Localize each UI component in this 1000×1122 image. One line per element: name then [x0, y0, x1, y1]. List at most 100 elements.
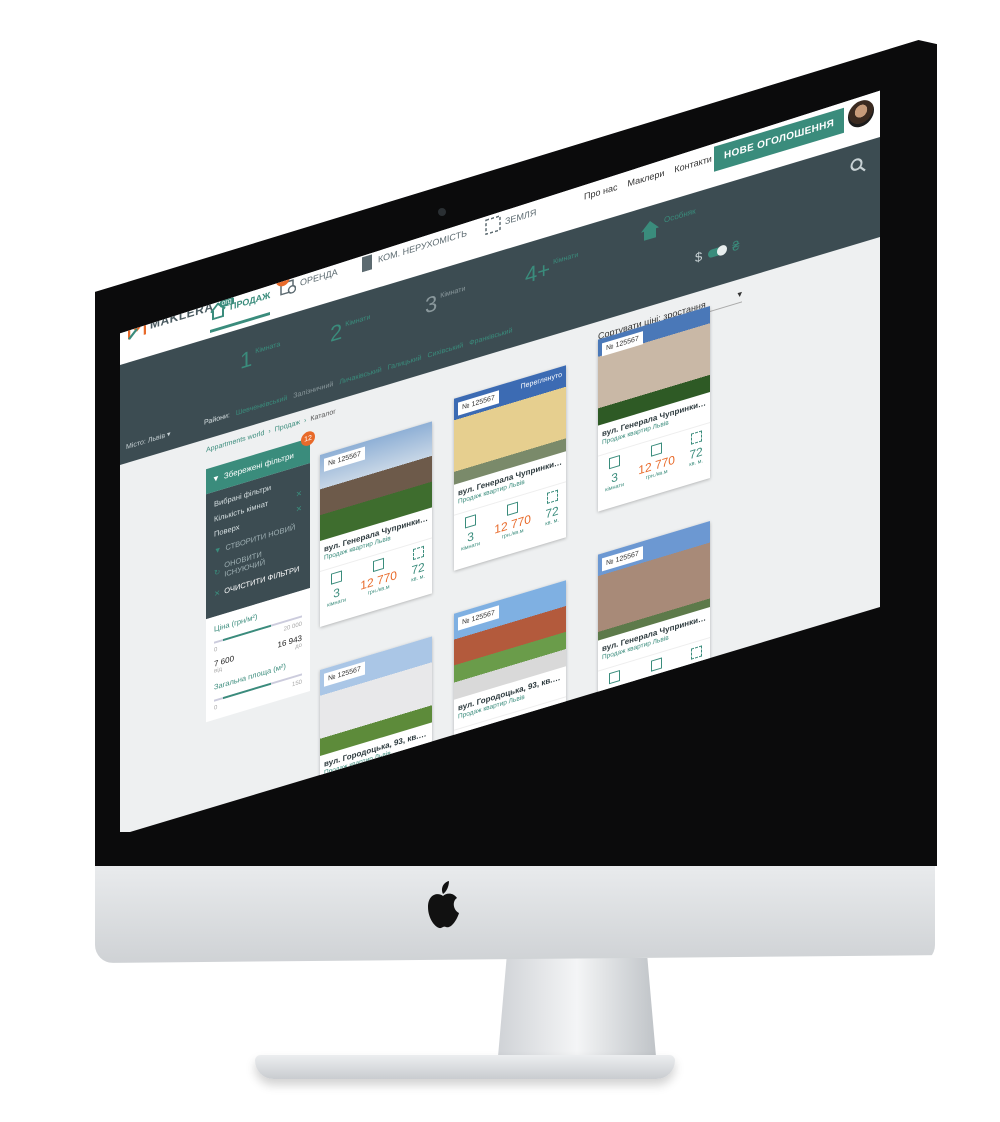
- rooms-3-num: 3: [425, 289, 438, 319]
- person-icon[interactable]: ●: [650, 713, 656, 726]
- land-plot-icon: [485, 215, 501, 236]
- rooms-stat: 3 кімнати: [605, 669, 625, 709]
- phone-icon[interactable]: ✆: [686, 701, 694, 715]
- city-value: Львів: [147, 432, 166, 445]
- district-item[interactable]: Личаківський: [339, 366, 381, 386]
- house-label: Особняк: [664, 206, 696, 225]
- districts-label: Райони:: [204, 412, 230, 427]
- area-icon: [544, 705, 556, 720]
- rooms-stat: 3 кімнати: [461, 513, 480, 553]
- filters-sidebar: ▼ Збережені фільтри 12 Вибрані фільтри К…: [206, 429, 315, 723]
- to-label: до: [295, 642, 302, 651]
- listing-id: № 125567: [324, 446, 365, 472]
- price-unit: грн./кв.м: [645, 683, 668, 697]
- apple-logo-icon: [428, 881, 459, 929]
- rooms-4plus[interactable]: 4+ Кімнати: [525, 250, 578, 289]
- listing-id: № 125567: [602, 546, 643, 572]
- wallet-icon: [651, 442, 663, 457]
- district-item[interactable]: Франківський: [469, 327, 512, 347]
- remove-filter-icon[interactable]: ✕: [296, 488, 302, 499]
- rooms-stat: 2 кімнати: [460, 728, 479, 768]
- price-stat: 12 770 грн./кв.м: [494, 498, 531, 543]
- rooms-3-label: Кімнати: [440, 285, 466, 300]
- rooms-1-num: 1: [240, 345, 253, 374]
- price-value: 10 000: [638, 667, 675, 693]
- price-stat: 12 770 грн./кв.м: [360, 554, 397, 599]
- area-value: 85: [411, 774, 425, 793]
- area-value: 50: [689, 659, 703, 678]
- listing-card[interactable]: № 125567 Переглянуто вул. Генерала Чупри…: [454, 365, 566, 571]
- wallet-icon: [373, 772, 385, 788]
- floorplan-icon: [331, 785, 343, 800]
- card-actions: ♥ ● ✆: [598, 693, 710, 745]
- price-stat: 10 000 грн./кв.м: [638, 654, 675, 699]
- rooms-unit: кімнати: [327, 812, 347, 824]
- funnel-icon: ▼: [212, 473, 220, 485]
- link-brokers[interactable]: Маклери: [627, 168, 664, 189]
- rooms-1[interactable]: 1 Кімната: [240, 339, 281, 374]
- refresh-icon: ↻: [214, 566, 221, 578]
- rooms-value: 3: [333, 799, 341, 816]
- price-unit: грн./кв.м: [498, 743, 521, 757]
- close-icon: ✕: [214, 587, 221, 599]
- district-item[interactable]: Залізничний: [293, 381, 333, 400]
- funnel-plus-icon: ▼: [214, 544, 222, 556]
- rooms-2-num: 2: [330, 318, 343, 347]
- currency-switch[interactable]: $ ₴: [695, 237, 739, 265]
- area-stat: 72 кв. м.: [689, 430, 703, 468]
- crumb-sale[interactable]: Продаж: [275, 419, 300, 434]
- usd-symbol: $: [695, 248, 703, 266]
- area-unit: кв. м.: [689, 673, 703, 684]
- listing-id: № 125567: [324, 661, 365, 687]
- price-max: 20 000: [283, 621, 302, 633]
- selected-filter-label: Поверх: [214, 522, 240, 539]
- rooms-1-label: Кімната: [255, 340, 281, 356]
- listing-id: № 125567: [458, 390, 499, 416]
- listing-card[interactable]: № 125567 вул. Городоцька, 93, кв. 25 Про…: [320, 636, 432, 832]
- district-item[interactable]: Шевченківський: [236, 395, 287, 417]
- house-icon: [641, 221, 659, 241]
- rooms-value: 2: [466, 744, 473, 761]
- imac-stand: [497, 958, 657, 1068]
- saved-filters-badge: 12: [301, 429, 315, 448]
- heart-icon[interactable]: ♥: [613, 724, 619, 737]
- listing-card[interactable]: № 125567 вул. Генерала Чупринки, 119... …: [598, 521, 710, 745]
- rooms-4plus-num: 4+: [525, 255, 551, 289]
- district-item[interactable]: Галицький: [388, 355, 422, 372]
- listing-card[interactable]: № 125567 вул. Генерала Чупринки, 119... …: [320, 421, 432, 627]
- link-about[interactable]: Про нас: [584, 182, 617, 202]
- listing-card[interactable]: № 125567 вул. Генерала Чупринки, 119... …: [598, 306, 710, 512]
- house-filter[interactable]: Особняк: [640, 206, 696, 243]
- listing-card[interactable]: № 125567 вул. Городоцька, 93, кв. 25 Про…: [454, 580, 566, 786]
- price-min: 0: [214, 646, 218, 654]
- imac-chin: [95, 865, 935, 963]
- price-value: 11 360: [360, 783, 397, 808]
- listing-id: № 125567: [458, 605, 499, 631]
- area-icon: [412, 545, 424, 561]
- rooms-unit: кімнати: [460, 756, 480, 768]
- price-value: 16 870: [491, 727, 528, 753]
- wallet-icon: [503, 717, 515, 732]
- city-select[interactable]: Місто: Львів ▾: [126, 430, 171, 451]
- link-contacts[interactable]: Контакти: [674, 153, 711, 174]
- crumb-catalog: Каталог: [310, 408, 336, 423]
- area-icon: [690, 430, 702, 445]
- area-icon: [546, 489, 558, 505]
- chevron-down-icon: ▾: [737, 288, 742, 300]
- rooms-3[interactable]: 3 Кімнати: [425, 283, 466, 319]
- rooms-2[interactable]: 2 Кімнати: [330, 312, 370, 347]
- imac-stand-base: [255, 1055, 675, 1079]
- rooms-value: 3: [611, 684, 618, 701]
- floorplan-icon: [609, 454, 621, 470]
- price-stat: 12 770 грн./кв.м: [638, 439, 675, 484]
- area-stat: 104 кв. м.: [540, 704, 560, 744]
- remove-filter-icon[interactable]: ✕: [296, 503, 302, 514]
- currency-toggle[interactable]: [708, 244, 727, 259]
- rooms-unit: кімнати: [605, 696, 625, 709]
- district-item[interactable]: Сихівський: [428, 342, 464, 360]
- area-stat: 72 кв. м.: [411, 545, 425, 584]
- price-stat: 11 360 грн./кв.м: [361, 769, 397, 814]
- floorplan-icon: [331, 570, 343, 585]
- search-icon[interactable]: [850, 155, 866, 176]
- area-value: 104: [539, 718, 560, 739]
